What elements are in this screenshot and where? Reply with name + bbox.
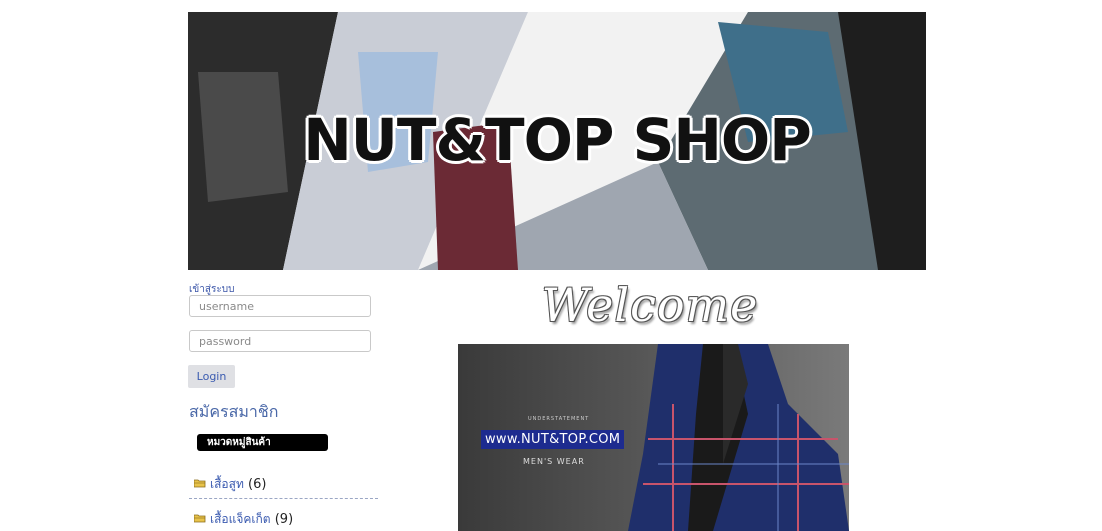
category-item-suit[interactable]: เสื้อสูท (6) — [193, 475, 267, 494]
category-count: (6) — [248, 477, 267, 492]
header-banner: NUT&TOP SHOP — [188, 12, 926, 270]
username-input[interactable] — [189, 295, 371, 317]
category-name: เสื้อสูท — [210, 477, 244, 491]
folder-icon — [193, 477, 206, 492]
category-count: (9) — [274, 512, 294, 527]
category-header: หมวดหมู่สินค้า — [197, 434, 328, 451]
promo-banner[interactable]: UNDERSTATEMENT www.NUT&TOP.COM MEN'S WEA… — [458, 344, 849, 531]
folder-icon — [193, 512, 206, 527]
promo-subtitle: MEN'S WEAR — [523, 457, 585, 466]
welcome-heading: Welcome — [541, 278, 759, 332]
category-item-jacket[interactable]: เสื้อแจ็คเก็ต (9) — [193, 510, 294, 529]
category-name: เสื้อแจ็คเก็ต — [210, 512, 271, 526]
promo-tagline: UNDERSTATEMENT — [528, 416, 590, 422]
password-input[interactable] — [189, 330, 371, 352]
category-divider — [189, 498, 378, 499]
banner-title: NUT&TOP SHOP — [303, 106, 811, 174]
register-link[interactable]: สมัครสมาชิก — [189, 400, 278, 425]
login-button[interactable]: Login — [188, 365, 235, 388]
promo-url: www.NUT&TOP.COM — [481, 430, 625, 449]
